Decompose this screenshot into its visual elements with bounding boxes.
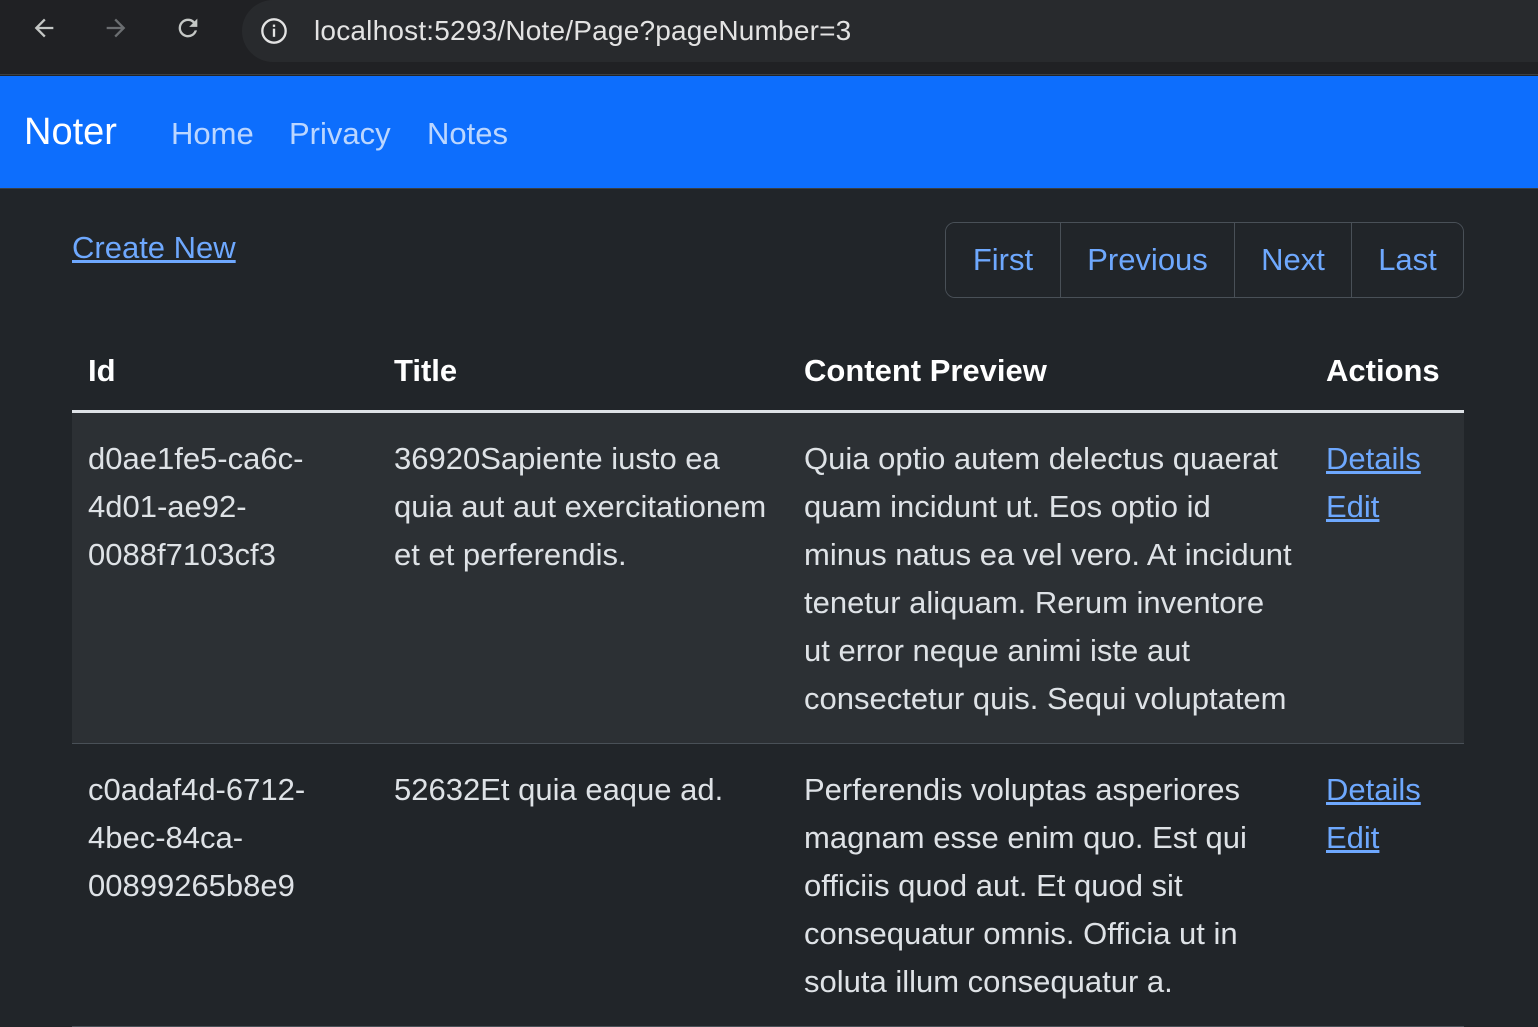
page-next-button[interactable]: Next: [1234, 223, 1351, 297]
details-link[interactable]: Details: [1326, 766, 1448, 814]
url-text[interactable]: localhost:5293/Note/Page?pageNumber=3: [314, 15, 851, 47]
page-last-button[interactable]: Last: [1351, 223, 1463, 297]
table-header-row: Id Title Content Preview Actions: [72, 330, 1464, 413]
edit-link[interactable]: Edit: [1326, 483, 1448, 531]
browser-toolbar: localhost:5293/Note/Page?pageNumber=3: [0, 0, 1538, 75]
header-title: Title: [378, 330, 788, 413]
notes-table: Id Title Content Preview Actions d0ae1fe…: [72, 330, 1464, 1027]
nav-link-privacy[interactable]: Privacy: [289, 116, 391, 152]
cell-actions: Details Edit: [1310, 411, 1464, 744]
pagination: First Previous Next Last: [945, 222, 1464, 298]
reload-icon: [178, 18, 198, 38]
create-new-link[interactable]: Create New: [72, 230, 236, 266]
cell-preview: Perferendis voluptas asperiores magnam e…: [788, 743, 1310, 1027]
table-row: d0ae1fe5-ca6c-4d01-ae92-0088f7103cf3 369…: [72, 411, 1464, 744]
page-first-button[interactable]: First: [946, 223, 1060, 297]
edit-link[interactable]: Edit: [1326, 814, 1448, 862]
nav-link-home[interactable]: Home: [171, 116, 254, 152]
header-actions: Actions: [1310, 330, 1464, 413]
arrow-left-icon: [34, 18, 54, 38]
cell-title: 36920Sapiente iusto ea quia aut aut exer…: [378, 411, 788, 744]
header-id: Id: [72, 330, 378, 413]
page-previous-button[interactable]: Previous: [1060, 223, 1234, 297]
cell-title: 52632Et quia eaque ad.: [378, 743, 788, 1027]
cell-id: c0adaf4d-6712-4bec-84ca-00899265b8e9: [72, 743, 378, 1027]
back-button[interactable]: [24, 8, 64, 48]
reload-button[interactable]: [168, 8, 208, 48]
cell-id: d0ae1fe5-ca6c-4d01-ae92-0088f7103cf3: [72, 411, 378, 744]
forward-button[interactable]: [96, 8, 136, 48]
app-navbar: Noter Home Privacy Notes: [0, 76, 1538, 189]
header-content-preview: Content Preview: [788, 330, 1310, 413]
details-link[interactable]: Details: [1326, 435, 1448, 483]
site-info-icon[interactable]: [260, 17, 288, 45]
cell-actions: Details Edit: [1310, 743, 1464, 1027]
table-row: c0adaf4d-6712-4bec-84ca-00899265b8e9 526…: [72, 743, 1464, 1027]
nav-link-notes[interactable]: Notes: [427, 116, 508, 152]
arrow-right-icon: [106, 18, 126, 38]
brand-link[interactable]: Noter: [24, 111, 117, 154]
address-bar[interactable]: localhost:5293/Note/Page?pageNumber=3: [242, 0, 1538, 62]
cell-preview: Quia optio autem delectus quaerat quam i…: [788, 411, 1310, 744]
